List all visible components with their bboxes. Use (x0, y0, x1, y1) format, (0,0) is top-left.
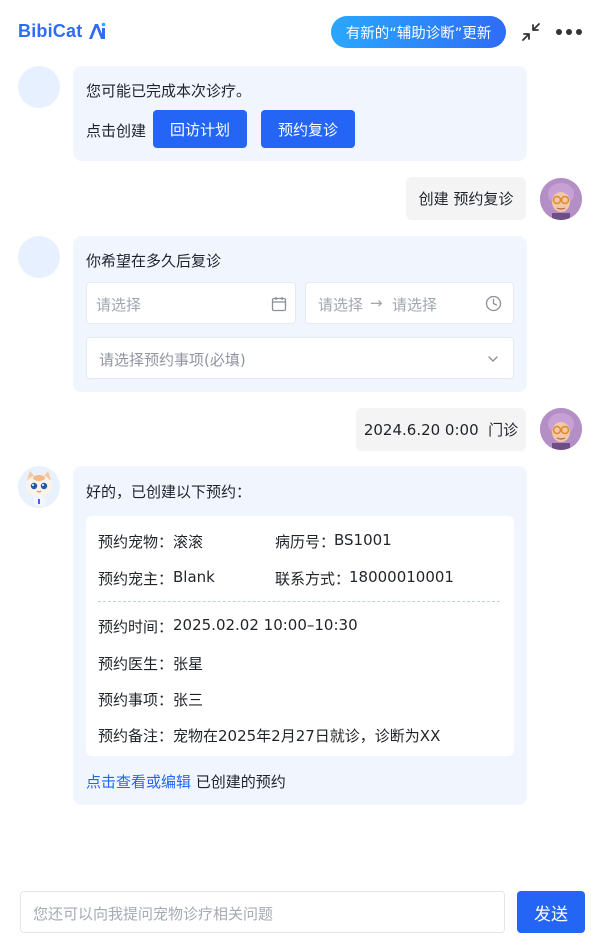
doctor-label: 预约医生： (98, 655, 174, 673)
owner-label: 预约宠主： (98, 570, 174, 588)
calendar-icon (271, 297, 287, 312)
cat-bot-avatar (18, 466, 60, 508)
chat-input[interactable]: 您还可以向我提问宠物诊疗相关问题 (20, 891, 505, 933)
pet-label: 预约宠物： (98, 533, 174, 551)
chevron-down-icon (488, 356, 498, 362)
record-value: BS1001 (334, 531, 392, 549)
date-picker[interactable]: 请选择 (86, 282, 296, 324)
followup-plan-button[interactable]: 回访计划 (153, 110, 247, 148)
card-divider (98, 601, 500, 602)
user-message-bubble: 2024.6.20 0:00 门诊 (356, 408, 526, 451)
time-range-picker[interactable]: 请选择 → 请选择 (305, 282, 514, 324)
app-header: BibiCat 有新的“辅助诊断”更新 (0, 0, 600, 62)
item-label: 预约事项： (98, 691, 174, 709)
message-text: 您可能已完成本次诊疗。 (86, 82, 252, 100)
note-label: 预约备注： (98, 727, 174, 745)
book-revisit-button[interactable]: 预约复诊 (261, 110, 355, 148)
user-avatar (540, 408, 582, 450)
chat-input-placeholder: 您还可以向我提问宠物诊疗相关问题 (33, 905, 274, 923)
record-label: 病历号： (275, 533, 336, 551)
ai-logo-icon (89, 22, 106, 39)
time-end-placeholder: 请选择 (392, 296, 438, 314)
update-notice-button[interactable]: 有新的“辅助诊断”更新 (331, 16, 506, 48)
bot-message-bubble: 你希望在多久后复诊 请选择 请选择 → 请选择 请选择预约事项(必填) (73, 236, 527, 392)
note-value: 宠物在2025年2月27日就诊，诊断为XX (173, 727, 441, 745)
contact-label: 联系方式： (275, 570, 351, 588)
bot-avatar (18, 236, 60, 278)
pet-value: 滚滚 (173, 533, 204, 551)
time-range-arrow: → (370, 294, 383, 312)
appointment-item-select[interactable]: 请选择预约事项(必填) (86, 337, 514, 379)
doctor-value: 张星 (173, 655, 204, 673)
contact-value: 18000010001 (349, 568, 454, 586)
item-value: 张三 (173, 691, 204, 709)
collapse-arrows-icon[interactable] (521, 22, 541, 42)
clock-icon (485, 295, 502, 312)
view-edit-suffix: 已创建的预约 (195, 773, 286, 791)
create-prompt: 点击创建 (86, 122, 147, 140)
time-start-placeholder: 请选择 (318, 296, 364, 314)
send-button[interactable]: 发送 (517, 891, 585, 933)
user-avatar (540, 178, 582, 220)
brand-name: BibiCat (18, 20, 83, 41)
bot-message-bubble: 您可能已完成本次诊疗。 点击创建 回访计划 预约复诊 (73, 66, 527, 161)
message-text: 好的，已创建以下预约： (86, 483, 252, 501)
view-edit-link[interactable]: 点击查看或编辑 (86, 773, 191, 791)
date-placeholder: 请选择 (96, 296, 142, 314)
message-text: 你希望在多久后复诊 (86, 252, 222, 270)
user-message-bubble: 创建 预约复诊 (406, 177, 526, 220)
brand-logo: BibiCat (18, 20, 108, 42)
view-edit-row: 点击查看或编辑 已创建的预约 (86, 771, 286, 792)
time-label: 预约时间： (98, 618, 174, 636)
bot-avatar (18, 66, 60, 108)
owner-value: Blank (173, 568, 215, 586)
more-dots-icon[interactable] (556, 29, 582, 35)
time-value: 2025.02.02 10:00–10:30 (173, 616, 358, 634)
item-placeholder: 请选择预约事项(必填) (99, 351, 246, 369)
